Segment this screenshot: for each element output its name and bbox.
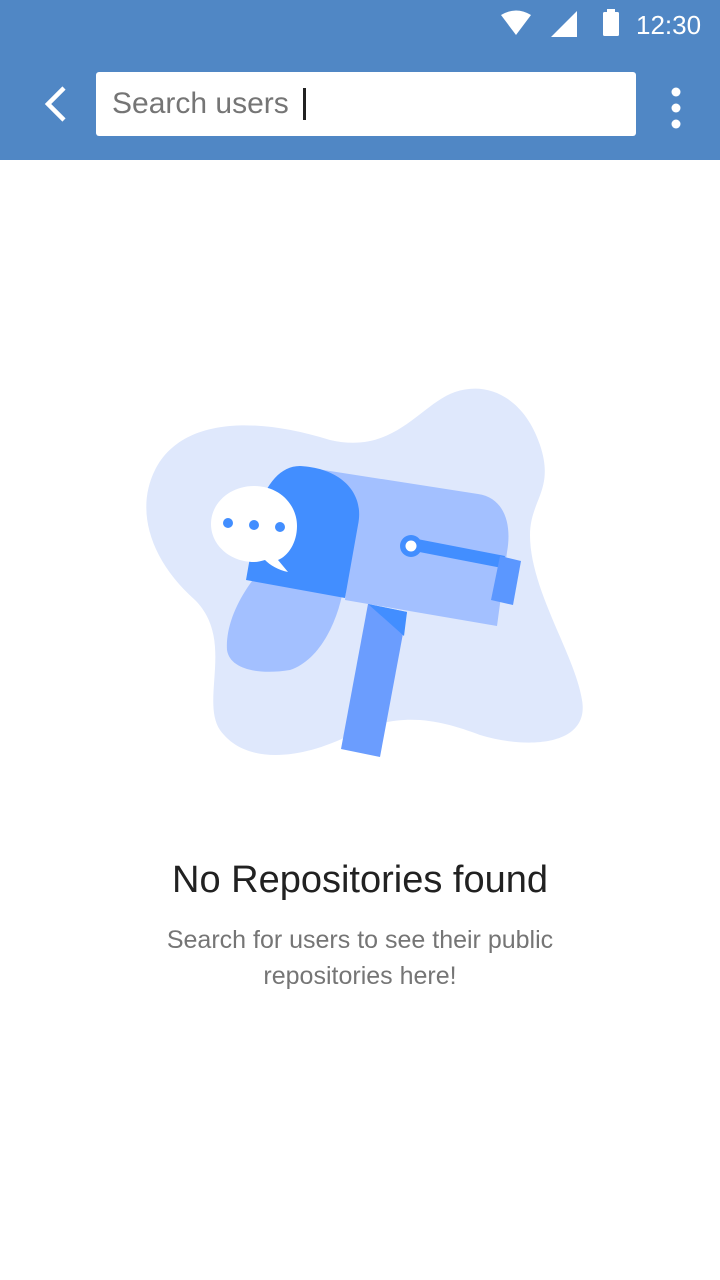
battery-icon — [603, 9, 619, 36]
app-bar — [0, 48, 720, 160]
status-time: 12:30 — [636, 10, 702, 40]
empty-state-description: Search for users to see their public rep… — [166, 926, 554, 990]
status-bar: 12:30 — [0, 0, 720, 48]
empty-state-title: No Repositories found — [172, 859, 548, 901]
wifi-icon — [501, 10, 531, 35]
cell-signal-icon — [551, 11, 577, 37]
mailbox-illustration — [146, 388, 583, 757]
text-cursor — [303, 88, 306, 120]
screen: 12:30 Search users No Repositories found… — [0, 0, 720, 1280]
more-vert-icon — [671, 87, 681, 129]
back-button[interactable] — [28, 80, 84, 136]
search-box — [96, 72, 636, 136]
more-options-button[interactable] — [656, 80, 696, 136]
search-input[interactable] — [112, 82, 612, 126]
back-arrow-icon — [44, 86, 66, 122]
